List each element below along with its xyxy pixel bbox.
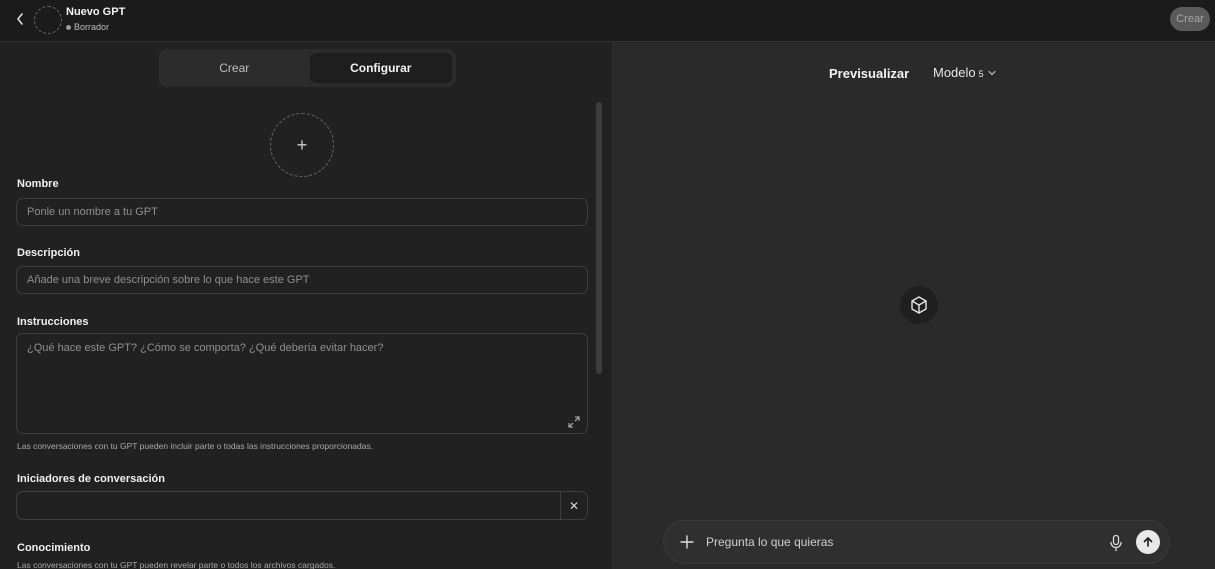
gpt-placeholder-avatar bbox=[900, 286, 938, 324]
message-composer bbox=[663, 520, 1170, 564]
tab-create[interactable]: Crear bbox=[163, 53, 306, 83]
name-input[interactable] bbox=[16, 198, 588, 226]
scrollbar[interactable] bbox=[596, 102, 602, 374]
message-input[interactable] bbox=[706, 531, 1086, 553]
add-attachment-button[interactable] bbox=[678, 533, 696, 551]
avatar-upload-button[interactable]: + bbox=[270, 113, 334, 177]
draft-status: Borrador bbox=[66, 22, 109, 32]
description-input[interactable] bbox=[16, 266, 588, 294]
mode-tabs: Crear Configurar bbox=[159, 49, 456, 87]
chevron-down-icon bbox=[988, 70, 996, 75]
top-bar: Nuevo GPT Borrador Crear bbox=[0, 0, 1215, 42]
model-version: 5 bbox=[978, 68, 984, 79]
close-icon[interactable]: ✕ bbox=[560, 492, 587, 519]
expand-icon[interactable] bbox=[568, 416, 580, 428]
tab-configure[interactable]: Configurar bbox=[309, 53, 452, 83]
starter-row: ✕ bbox=[16, 491, 588, 520]
starters-label: Iniciadores de conversación bbox=[17, 473, 165, 485]
model-label: Modelo bbox=[933, 65, 976, 80]
plus-icon: + bbox=[296, 135, 308, 155]
arrow-up-icon bbox=[1143, 537, 1153, 547]
instructions-hint: Las conversaciones con tu GPT pueden inc… bbox=[17, 441, 374, 451]
gpt-avatar bbox=[34, 6, 62, 34]
name-label: Nombre bbox=[17, 178, 59, 190]
microphone-icon[interactable] bbox=[1108, 534, 1124, 552]
preview-panel: Previsualizar Modelo 5 bbox=[613, 42, 1215, 569]
gpt-title: Nuevo GPT bbox=[66, 6, 126, 18]
description-label: Descripción bbox=[17, 247, 80, 259]
instructions-label: Instrucciones bbox=[17, 316, 89, 328]
plus-icon bbox=[680, 535, 694, 549]
status-label: Borrador bbox=[74, 22, 110, 32]
status-dot-icon bbox=[66, 24, 71, 30]
preview-title: Previsualizar bbox=[829, 66, 910, 81]
knowledge-label: Conocimiento bbox=[17, 542, 91, 554]
config-panel: Crear Configurar + Nombre Descripción In… bbox=[0, 42, 612, 569]
knowledge-hint: Las conversaciones con tu GPT pueden rev… bbox=[17, 560, 336, 569]
send-button[interactable] bbox=[1136, 530, 1160, 554]
cube-icon bbox=[911, 296, 927, 314]
instructions-textarea[interactable] bbox=[16, 333, 588, 434]
back-button[interactable] bbox=[10, 8, 30, 30]
chevron-left-icon bbox=[17, 13, 23, 25]
model-selector[interactable]: Modelo 5 bbox=[933, 65, 997, 80]
create-button[interactable]: Crear bbox=[1170, 7, 1210, 31]
starter-input[interactable] bbox=[17, 492, 561, 519]
